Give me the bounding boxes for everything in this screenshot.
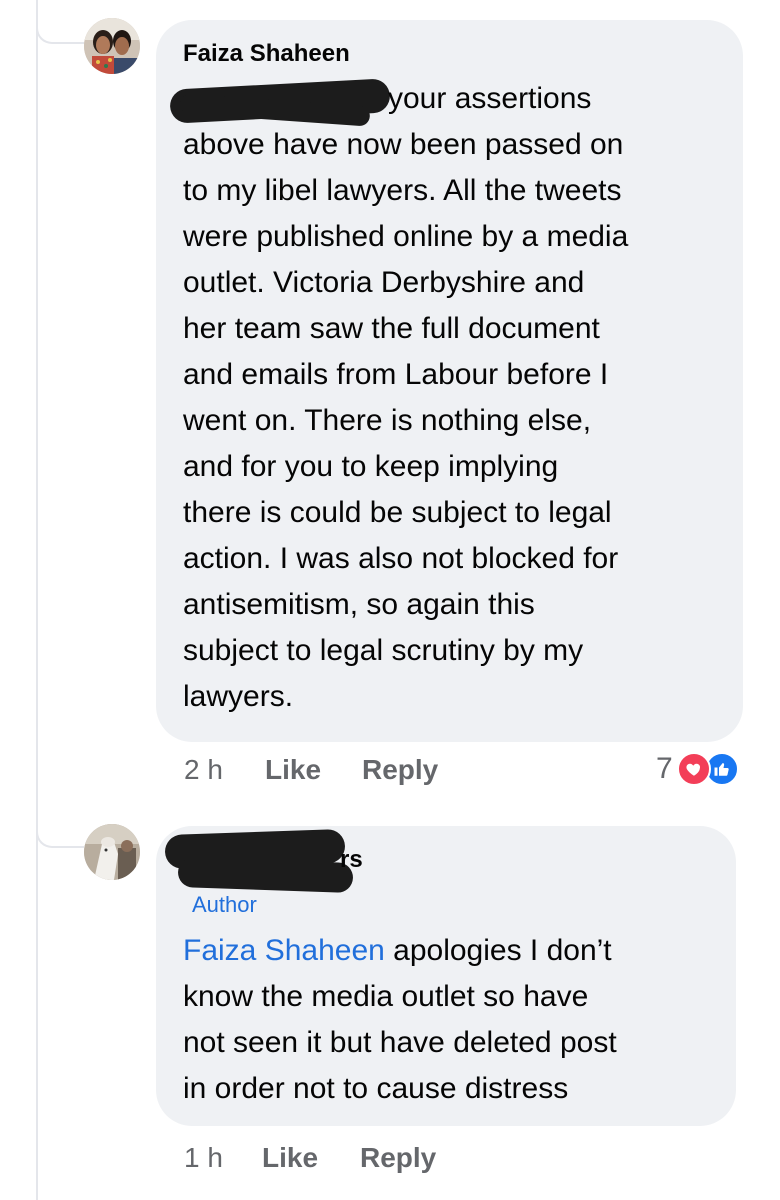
comment-text-line: lawyers. — [183, 680, 294, 713]
comment-author[interactable]: rs — [340, 846, 363, 874]
comment-text-line: and emails from Labour before I — [183, 358, 609, 391]
comment-author[interactable]: Faiza Shaheen — [183, 40, 350, 68]
reaction-summary[interactable]: 7 — [656, 752, 739, 786]
heart-icon — [676, 752, 711, 786]
comment-text-line: in order not to cause distress — [183, 1072, 569, 1105]
comment-text-line: know the media outlet so have — [183, 980, 589, 1013]
author-badge: Author — [192, 892, 257, 917]
comment-text-line: her team saw the full document — [183, 312, 600, 345]
comment-text-line: there is could be subject to legal — [183, 496, 612, 529]
comment-timestamp[interactable]: 2 h — [184, 754, 223, 786]
comment-text-line: went on. There is nothing else, — [183, 404, 592, 437]
comment-text-line: outlet. Victoria Derbyshire and — [183, 266, 585, 299]
avatar[interactable] — [84, 18, 140, 74]
comment-text-line: to my libel lawyers. All the tweets — [183, 174, 622, 207]
thread-branch — [36, 820, 84, 848]
comment-text-line: above have now been passed on — [183, 128, 624, 161]
comment-timestamp[interactable]: 1 h — [184, 1142, 223, 1174]
comment-actions: 1 h Like Reply — [0, 1142, 780, 1182]
avatar-photo-icon — [84, 824, 140, 880]
comment-text-line: and for you to keep implying — [183, 450, 559, 483]
mention-link[interactable]: Faiza Shaheen — [183, 934, 385, 967]
comment-text-line: antisemitism, so again this — [183, 588, 535, 621]
comment-text-line: not seen it but have deleted post — [183, 1026, 617, 1059]
like-button[interactable]: Like — [262, 1142, 318, 1174]
redaction-scribble — [177, 856, 354, 894]
avatar-photo-icon — [84, 18, 140, 74]
like-button[interactable]: Like — [265, 754, 321, 786]
avatar[interactable] — [84, 824, 140, 880]
comment-text-line: your assertions — [388, 82, 592, 115]
thread-line — [36, 0, 38, 1200]
reply-button[interactable]: Reply — [362, 754, 438, 786]
reaction-count: 7 — [656, 752, 673, 785]
thread-branch — [36, 16, 84, 44]
comment-text-line: were published online by a media — [183, 220, 629, 253]
comment-text-line: action. I was also not blocked for — [183, 542, 619, 575]
comment-text-line: subject to legal scrutiny by my — [183, 634, 584, 667]
reply-button[interactable]: Reply — [360, 1142, 436, 1174]
comment-text-line: Faiza Shaheen apologies I don’t — [183, 934, 612, 967]
